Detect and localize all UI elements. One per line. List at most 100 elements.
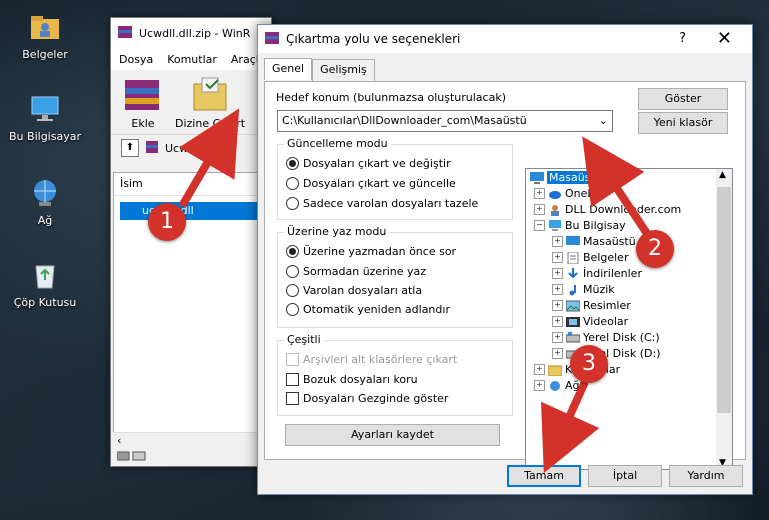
tree-node-network[interactable]: + Ağ (534, 379, 580, 392)
winrar-titlebar[interactable]: Ucwdll.dll.zip - WinR (111, 18, 271, 48)
misc-option-keep-broken[interactable]: Bozuk dosyaları koru (286, 373, 418, 386)
onedrive-icon (548, 188, 562, 200)
misc-option-show-in-explorer[interactable]: Dosyaları Gezginde göster (286, 392, 448, 405)
dialog-winrar-icon (264, 30, 280, 49)
recycle-bin-icon (28, 258, 62, 292)
radio-button[interactable] (286, 303, 299, 316)
help-icon[interactable]: ? (679, 31, 686, 46)
add-label: Ekle (131, 117, 155, 130)
expand-icon[interactable]: + (552, 316, 563, 327)
tree-node-downloads[interactable]: + İndirilenler (552, 267, 642, 280)
collapse-icon[interactable]: − (534, 220, 545, 231)
videos-icon (566, 316, 580, 328)
scrollbar-thumb[interactable] (717, 187, 731, 413)
desktop-icon-network[interactable]: Ağ (0, 176, 90, 227)
checkbox[interactable] (286, 392, 299, 405)
overwrite-option-rename[interactable]: Otomatik yeniden adlandır (286, 303, 450, 316)
tree-node-pc-desktop[interactable]: + Masaüstü (552, 235, 636, 248)
tree-node-videos[interactable]: + Videolar (552, 315, 628, 328)
download-icon (566, 267, 580, 280)
destination-path-value: C:\Kullanıcılar\DllDownloader_com\Masaüs… (282, 114, 527, 127)
option-label: Arşivleri alt klasörlere çıkart (303, 353, 458, 366)
desktop-icon-documents[interactable]: Belgeler (0, 10, 90, 61)
folder-tree[interactable]: Masaüstü + OneD + DLL Downloader.com − B… (525, 168, 733, 470)
tree-node-onedrive[interactable]: + OneD (534, 187, 596, 200)
radio-button[interactable] (286, 245, 299, 258)
save-settings-button[interactable]: Ayarları kaydet (285, 424, 500, 446)
expand-icon[interactable]: + (534, 380, 545, 391)
expand-icon[interactable]: + (552, 348, 563, 359)
expand-icon[interactable]: + (534, 188, 545, 199)
radio-button[interactable] (286, 157, 299, 170)
tree-node-user[interactable]: + DLL Downloader.com (534, 203, 681, 216)
tab-general[interactable]: Genel (264, 58, 313, 80)
checkbox[interactable] (286, 373, 299, 386)
winrar-path[interactable]: Ucwdll.dll.z (165, 142, 227, 155)
radio-button[interactable] (286, 177, 299, 190)
update-option-refresh[interactable]: Sadece varolan dosyaları tazele (286, 197, 478, 210)
winrar-file-list[interactable]: İsim ucwdll.dll (113, 172, 271, 444)
update-option-replace[interactable]: Dosyaları çıkart ve değiştir (286, 157, 451, 170)
radio-button[interactable] (286, 284, 299, 297)
computer-icon (28, 92, 62, 126)
close-icon[interactable]: ✕ (717, 28, 732, 49)
expand-icon[interactable]: + (552, 332, 563, 343)
expand-icon[interactable]: + (552, 252, 563, 263)
tree-node-desktop[interactable]: Masaüstü (530, 171, 604, 184)
tree-node-this-pc[interactable]: − Bu Bilgisay (534, 219, 626, 232)
option-label: Bozuk dosyaları koru (303, 373, 418, 386)
destination-path-combo[interactable]: C:\Kullanıcılar\DllDownloader_com\Masaüs… (277, 110, 613, 132)
radio-button[interactable] (286, 197, 299, 210)
desktop-icon (530, 171, 544, 184)
tree-node-drive-c[interactable]: + Yerel Disk (C:) (552, 331, 660, 344)
documents-icon (566, 251, 580, 264)
column-name-header[interactable]: İsim (114, 173, 270, 196)
add-button[interactable]: Ekle (121, 76, 165, 130)
expand-icon[interactable]: + (552, 284, 563, 295)
expand-icon[interactable]: + (534, 364, 545, 375)
desktop-icon-this-pc[interactable]: Bu Bilgisayar (0, 92, 90, 143)
dialog-tabs: Genel Gelişmiş (264, 58, 375, 81)
chevron-down-icon[interactable]: ⌄ (599, 111, 608, 131)
file-row-selected[interactable]: ucwdll.dll (120, 202, 270, 220)
help-button[interactable]: Yardım (669, 465, 743, 487)
overwrite-option-skip[interactable]: Varolan dosyaları atla (286, 284, 422, 297)
option-label: Otomatik yeniden adlandır (303, 303, 450, 316)
scroll-up-icon[interactable]: ▲ (719, 170, 726, 180)
up-folder-icon[interactable]: ⬆ (121, 139, 139, 157)
desktop-icon-label: Ağ (37, 214, 53, 227)
tree-scrollbar[interactable]: ▲ ▼ (716, 169, 732, 469)
tree-node-pictures[interactable]: + Resimler (552, 299, 631, 312)
new-folder-button[interactable]: Yeni klasör (638, 112, 728, 134)
music-icon (566, 284, 580, 296)
winrar-logo-icon (117, 24, 133, 43)
tab-advanced[interactable]: Gelişmiş (312, 59, 375, 81)
overwrite-option-without-prompt[interactable]: Sormadan üzerine yaz (286, 265, 426, 278)
overwrite-mode-title: Üzerine yaz modu (284, 225, 390, 238)
extract-dialog: Çıkartma yolu ve seçenekleri ? ✕ Genel G… (257, 24, 753, 495)
extract-to-button[interactable]: Dizine Çıkart (175, 76, 245, 130)
expand-icon[interactable]: + (552, 300, 563, 311)
destination-label: Hedef konum (bulunmazsa oluşturulacak) (276, 91, 506, 104)
expand-icon[interactable]: + (552, 236, 563, 247)
ok-button[interactable]: Tamam (507, 465, 581, 487)
option-label: Sadece varolan dosyaları tazele (303, 197, 479, 210)
libraries-icon (547, 364, 563, 376)
radio-button[interactable] (286, 265, 299, 278)
expand-icon[interactable]: + (534, 204, 545, 215)
expand-icon[interactable]: + (552, 268, 563, 279)
overwrite-option-ask[interactable]: Üzerine yazmadan önce sor (286, 245, 456, 258)
update-option-update[interactable]: Dosyaları çıkart ve güncelle (286, 177, 456, 190)
tree-node-documents[interactable]: + Belgeler (552, 251, 628, 264)
cancel-button[interactable]: İptal (588, 465, 662, 487)
desktop-icon-recycle-bin[interactable]: Çöp Kutusu (0, 258, 90, 309)
tree-node-music[interactable]: + Müzik (552, 283, 615, 296)
menu-file[interactable]: Dosya (119, 53, 153, 66)
menu-commands[interactable]: Komutlar (167, 53, 217, 66)
show-button[interactable]: Göster (638, 88, 728, 110)
winrar-add-icon (121, 76, 165, 117)
dialog-titlebar[interactable]: Çıkartma yolu ve seçenekleri ? ✕ (258, 25, 752, 53)
step-1-badge: 1 (148, 203, 186, 241)
winrar-pathbar: ⬆ Ucwdll.dll.z (111, 134, 271, 161)
option-label: Sormadan üzerine yaz (303, 265, 427, 278)
